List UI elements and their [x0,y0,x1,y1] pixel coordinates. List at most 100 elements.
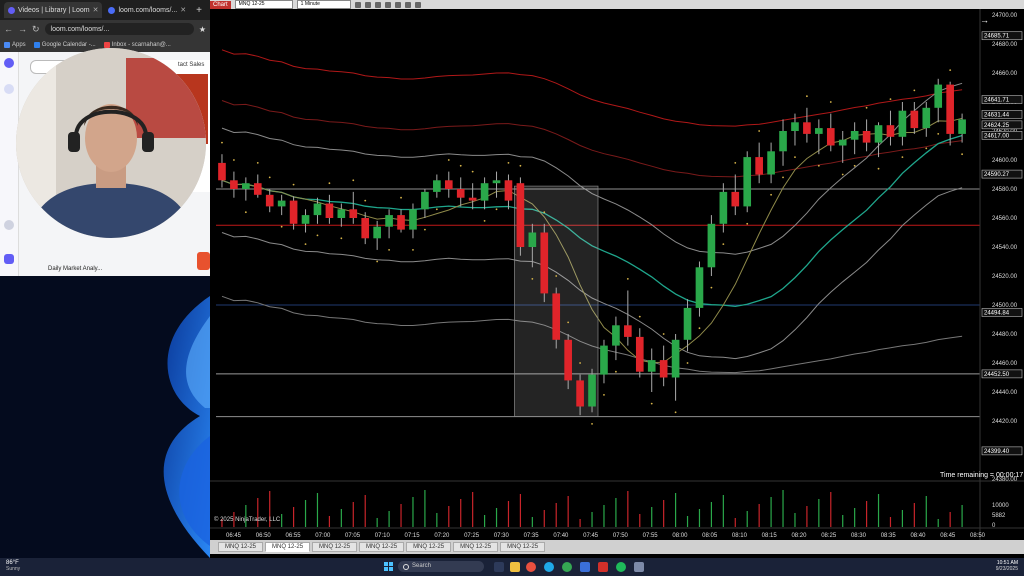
back-icon[interactable]: ← [4,24,13,34]
candle-body[interactable] [516,183,525,247]
candle-body[interactable] [480,183,489,201]
drawing-tool-icon[interactable] [364,1,371,8]
candle-body[interactable] [635,336,644,372]
candle-body[interactable] [265,194,274,207]
candle-body[interactable] [743,157,752,207]
candle-body[interactable] [289,200,298,224]
candle-body[interactable] [397,215,405,230]
candle-body[interactable] [612,325,620,346]
candle-body[interactable] [456,189,465,198]
reload-icon[interactable]: ↻ [32,24,40,35]
store-icon[interactable] [580,562,590,572]
ninjatrader-icon[interactable] [598,562,608,572]
weather-widget[interactable]: 86°F Sunny [6,560,20,572]
candle-body[interactable] [898,110,907,137]
candle-body[interactable] [862,131,871,143]
chart-button[interactable]: Chart [210,0,231,9]
candle-body[interactable] [946,84,954,134]
chart-tab[interactable]: MNQ 12-25 [265,542,311,552]
strategies-icon[interactable] [404,1,411,8]
candle-body[interactable] [671,339,680,378]
start-icon[interactable] [384,562,394,572]
record-button[interactable] [197,252,210,270]
chart-tab[interactable]: MNQ 12-25 [218,542,264,552]
candle-body[interactable] [361,218,370,239]
candle-body[interactable] [803,122,811,134]
loom-logo-icon[interactable] [4,58,14,68]
chart-tab[interactable]: MNQ 12-25 [500,542,546,552]
candle-body[interactable] [242,183,250,189]
candle-body[interactable] [755,157,763,175]
candle-body[interactable] [695,267,704,308]
workspace-icon[interactable] [4,84,14,94]
chart-tab[interactable]: MNQ 12-25 [359,542,405,552]
record-icon[interactable] [4,254,14,264]
candle-body[interactable] [421,191,429,210]
candle-body[interactable] [528,232,537,248]
url-field[interactable]: loom.com/looms/... [44,23,194,35]
candle-body[interactable] [588,374,596,407]
candle-body[interactable] [385,215,393,227]
indicators-icon[interactable] [394,1,401,8]
video-title[interactable]: Daily Market Analy... [48,266,102,272]
candle-body[interactable] [659,360,668,378]
candle-body[interactable] [504,180,513,201]
close-tab-icon[interactable]: ✕ [180,6,186,14]
candle-body[interactable] [767,151,775,175]
scroll-right-icon[interactable]: → [980,15,989,25]
candle-body[interactable] [886,125,895,137]
candle-body[interactable] [218,162,226,181]
file-explorer-icon[interactable] [510,562,520,572]
candle-body[interactable] [922,107,931,129]
candle-body[interactable] [337,209,346,218]
candle-body[interactable] [624,325,632,337]
candle-body[interactable] [325,203,334,219]
task-view-icon[interactable] [494,562,504,572]
bars-icon[interactable] [354,1,361,8]
bookmark-calendar[interactable]: Google Calendar -... [33,42,96,48]
zoom-icon[interactable] [384,1,391,8]
candle-body[interactable] [349,209,358,218]
candle-body[interactable] [552,293,561,340]
candle-body[interactable] [958,119,966,134]
candle-body[interactable] [683,307,692,340]
candle-body[interactable] [253,183,262,195]
candle-body[interactable] [850,131,859,140]
price-chart[interactable]: 24380.0024400.0024420.0024440.0024460.00… [210,9,1024,540]
browser-tab-loom[interactable]: loom.com/looms/... ✕ [104,2,190,18]
candle-body[interactable] [779,131,787,152]
candle-body[interactable] [277,200,286,207]
candle-body[interactable] [826,128,835,146]
candle-body[interactable] [564,339,572,381]
candle-body[interactable] [719,191,728,224]
taskbar-search[interactable]: Search [398,561,484,572]
settings-icon[interactable] [634,562,644,572]
candle-body[interactable] [433,180,441,192]
candle-body[interactable] [373,226,381,239]
instrument-selector[interactable]: MNQ 12-25 [234,0,293,9]
webcam-bubble[interactable] [16,48,206,238]
candle-body[interactable] [468,197,477,201]
candle-body[interactable] [874,125,883,143]
candle-body[interactable] [647,360,656,372]
bookmark-apps[interactable]: Apps [4,42,26,48]
properties-icon[interactable] [414,1,421,8]
candle-body[interactable] [731,191,740,207]
candle-body[interactable] [409,209,417,230]
candle-body[interactable] [540,232,549,294]
candle-body[interactable] [707,223,716,268]
chrome-icon[interactable] [526,562,536,572]
forward-icon[interactable]: → [18,24,27,34]
chart-tab[interactable]: MNQ 12-25 [453,542,499,552]
candle-body[interactable] [815,128,823,134]
candle-body[interactable] [910,110,919,129]
interval-selector[interactable]: 1 Minute [296,0,351,9]
candle-body[interactable] [576,380,584,407]
whatsapp-icon[interactable] [616,562,626,572]
bookmark-star-icon[interactable]: ★ [199,25,206,34]
crosshair-icon[interactable] [374,1,381,8]
candle-body[interactable] [444,180,453,189]
candle-body[interactable] [600,345,608,375]
candle-body[interactable] [313,203,322,216]
candle-body[interactable] [791,122,799,131]
